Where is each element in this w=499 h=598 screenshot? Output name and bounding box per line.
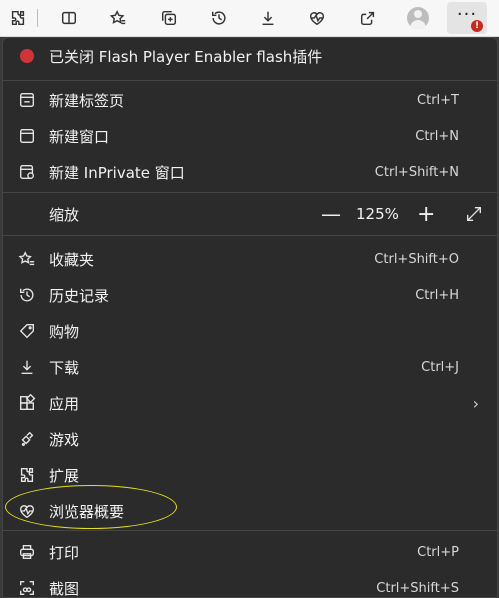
downloads-icon[interactable] — [254, 4, 282, 32]
chevron-right-icon: › — [473, 394, 479, 413]
menu-item-inprivate[interactable]: 新建 InPrivate 窗口 Ctrl+Shift+N — [3, 155, 497, 189]
menu-item-extensions[interactable]: 扩展 — [3, 458, 497, 492]
avatar — [407, 7, 429, 29]
zoom-level: 125% — [356, 205, 399, 223]
menu-item-shopping[interactable]: 购物 — [3, 314, 497, 348]
shopping-tag-icon — [17, 321, 37, 341]
menu-item-screenshot[interactable]: 截图 Ctrl+Shift+S — [3, 571, 497, 598]
menu-item-new-tab[interactable]: 新建标签页 Ctrl+T — [3, 83, 497, 117]
downloads-icon — [17, 357, 37, 377]
new-tab-icon — [17, 90, 37, 110]
inprivate-icon — [17, 162, 37, 182]
menu-item-label: 历史记录 — [49, 285, 109, 306]
menu-item-downloads[interactable]: 下载 Ctrl+J — [3, 350, 497, 384]
favorites-icon — [17, 249, 37, 269]
shortcut-label: Ctrl+H — [415, 288, 459, 303]
menu-item-favorites[interactable]: 收藏夹 Ctrl+Shift+O — [3, 242, 497, 276]
menu-item-browser-essentials[interactable]: 浏览器概要 — [3, 494, 497, 528]
shortcut-label: Ctrl+Shift+N — [375, 165, 459, 180]
screenshot-icon — [17, 578, 37, 598]
menu-item-label: 收藏夹 — [49, 249, 94, 270]
menu-item-label: 下载 — [49, 357, 79, 378]
menu-item-label: 游戏 — [49, 429, 79, 450]
collections-icon[interactable] — [155, 4, 183, 32]
shortcut-label: Ctrl+P — [417, 545, 459, 560]
shortcut-label: Ctrl+Shift+O — [374, 252, 459, 267]
zoom-out-button[interactable]: — — [321, 202, 341, 226]
menu-item-new-window[interactable]: 新建窗口 Ctrl+N — [3, 119, 497, 153]
menu-item-history[interactable]: 历史记录 Ctrl+H — [3, 278, 497, 312]
history-icon — [17, 285, 37, 305]
shortcut-label: Ctrl+J — [421, 360, 459, 375]
profile-avatar[interactable] — [404, 4, 432, 32]
browser-essentials-icon[interactable] — [303, 4, 331, 32]
more-button[interactable]: ··· ! — [447, 2, 487, 34]
menu-item-label: 新建窗口 — [49, 126, 109, 147]
menu-item-label: 新建 InPrivate 窗口 — [49, 162, 185, 183]
divider — [3, 80, 497, 81]
divider — [3, 235, 497, 236]
games-icon — [17, 429, 37, 449]
browser-toolbar: ··· ! — [0, 0, 499, 37]
toolbar-separator — [37, 9, 38, 27]
menu-item-label: 扩展 — [49, 465, 79, 486]
history-icon[interactable] — [205, 4, 233, 32]
menu-item-label: 应用 — [49, 393, 79, 414]
shortcut-label: Ctrl+Shift+S — [376, 581, 459, 596]
menu-item-label: 购物 — [49, 321, 79, 342]
browser-essentials-icon — [17, 501, 37, 521]
menu-item-apps[interactable]: 应用 › — [3, 386, 497, 420]
alert-dot-icon — [17, 46, 37, 66]
menu-item-print[interactable]: 打印 Ctrl+P — [3, 535, 497, 569]
flash-notice-label: 已关闭 Flash Player Enabler flash插件 — [49, 46, 322, 67]
zoom-in-button[interactable]: + — [417, 202, 435, 227]
extensions-icon[interactable] — [4, 4, 32, 32]
zoom-label: 缩放 — [49, 204, 79, 225]
menu-item-label: 浏览器概要 — [49, 501, 124, 522]
apps-icon — [17, 393, 37, 413]
favorites-icon[interactable] — [104, 4, 132, 32]
split-screen-icon[interactable] — [55, 4, 83, 32]
menu-item-label: 截图 — [49, 578, 79, 598]
menu-item-label: 打印 — [49, 542, 79, 563]
zoom-row: 缩放 — 125% + — [3, 197, 497, 231]
share-icon[interactable] — [354, 4, 382, 32]
notification-badge: ! — [471, 20, 483, 32]
menu-item-label: 新建标签页 — [49, 90, 124, 111]
shortcut-label: Ctrl+T — [417, 93, 459, 108]
new-window-icon — [17, 126, 37, 146]
settings-menu: 已关闭 Flash Player Enabler flash插件 新建标签页 C… — [2, 37, 498, 598]
print-icon — [17, 542, 37, 562]
menu-item-games[interactable]: 游戏 — [3, 422, 497, 456]
divider — [3, 192, 497, 193]
fullscreen-icon[interactable] — [465, 205, 483, 223]
divider — [3, 530, 497, 531]
flash-notice[interactable]: 已关闭 Flash Player Enabler flash插件 — [3, 39, 497, 73]
shortcut-label: Ctrl+N — [415, 129, 459, 144]
extensions-icon — [17, 465, 37, 485]
